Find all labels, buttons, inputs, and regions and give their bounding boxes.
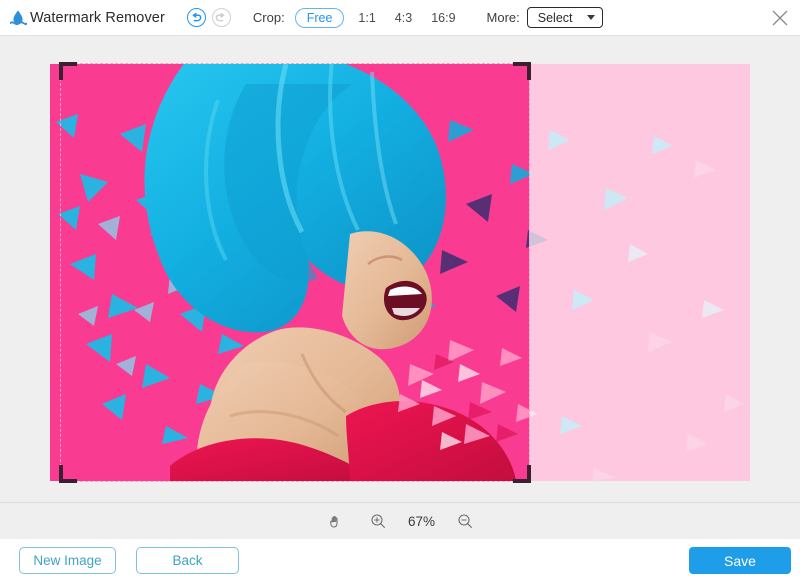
ratio-option-4-3[interactable]: 4:3	[395, 11, 412, 25]
zoom-toolbar: 67%	[0, 503, 800, 539]
crop-handle-top-right[interactable]	[513, 62, 531, 80]
crop-label: Crop:	[253, 10, 285, 25]
footer-bar: New Image Back Save	[0, 539, 800, 581]
hand-tool-icon[interactable]	[327, 513, 344, 530]
redo-arrow-icon	[212, 8, 231, 27]
ratio-option-16-9[interactable]: 16:9	[431, 11, 455, 25]
zoom-in-icon[interactable]	[370, 513, 386, 529]
ratio-option-free[interactable]: Free	[295, 8, 345, 28]
crop-handle-bottom-left[interactable]	[59, 465, 77, 483]
back-button[interactable]: Back	[136, 547, 239, 574]
watermark-remover-window: Watermark Remover Crop: Free 1:1 4:3 16:…	[0, 0, 800, 581]
source-image[interactable]	[50, 64, 750, 481]
undo-arrow-icon[interactable]	[187, 8, 206, 27]
history-controls	[187, 8, 237, 27]
more-label: More:	[487, 10, 520, 25]
crop-handle-top-left[interactable]	[59, 62, 77, 80]
editor-canvas[interactable]	[0, 36, 800, 503]
chevron-down-icon	[587, 15, 595, 20]
water-drop-icon	[8, 8, 28, 28]
more-select-dropdown[interactable]: Select	[527, 7, 603, 28]
zoom-out-icon[interactable]	[457, 513, 473, 529]
zoom-level-value: 67%	[408, 514, 435, 529]
save-button[interactable]: Save	[689, 547, 791, 574]
brand: Watermark Remover	[8, 8, 165, 28]
image-preview-area[interactable]	[50, 64, 750, 481]
new-image-button[interactable]: New Image	[19, 547, 116, 574]
close-icon[interactable]	[770, 8, 790, 28]
app-header: Watermark Remover Crop: Free 1:1 4:3 16:…	[0, 0, 800, 36]
app-title: Watermark Remover	[30, 10, 165, 26]
crop-handle-bottom-right[interactable]	[513, 465, 531, 483]
ratio-option-1-1[interactable]: 1:1	[358, 11, 375, 25]
more-select-value: Select	[538, 11, 573, 25]
